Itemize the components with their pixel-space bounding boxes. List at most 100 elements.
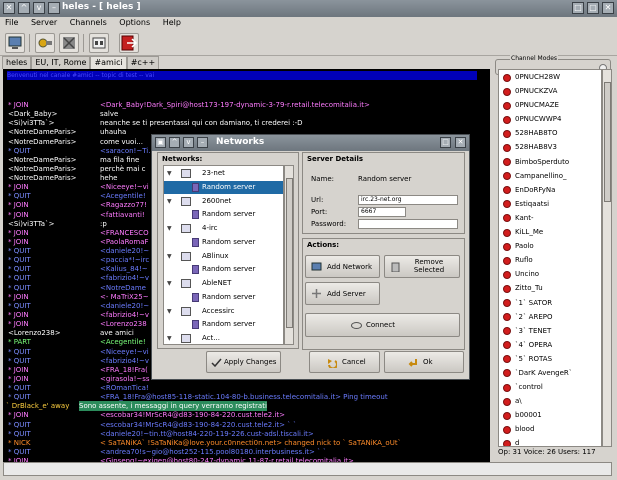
user-list-item[interactable]: KiLL_Me	[499, 225, 601, 239]
connect-button[interactable]	[35, 33, 55, 53]
actions-header: Actions:	[307, 241, 340, 249]
user-list-item[interactable]: 0PNUCH28W	[499, 70, 601, 84]
server-item[interactable]: Random server	[164, 263, 283, 277]
expand-arrow-icon[interactable]: ▼	[167, 332, 172, 344]
menu-file[interactable]: File	[0, 17, 23, 27]
tab-eu-it-rome[interactable]: EU, IT, Rome	[31, 56, 91, 69]
dialog-close-icon[interactable]: ✕	[455, 137, 466, 148]
dialog-menu-icon[interactable]: ▣	[155, 137, 166, 148]
tab-heles[interactable]: heles	[2, 56, 32, 69]
user-list-item[interactable]: Paolo	[499, 239, 601, 253]
network-item[interactable]: ▼ 23-net	[164, 167, 283, 181]
server-item[interactable]: Random server	[164, 236, 283, 250]
user-list-item[interactable]: 0PNUCMAZE	[499, 98, 601, 112]
user-list-item[interactable]: Campanellino_	[499, 169, 601, 183]
menu-options[interactable]: Options	[114, 17, 155, 27]
networks-scrollbar[interactable]	[284, 165, 294, 345]
message-input[interactable]	[3, 462, 612, 476]
user-list[interactable]: 0PNUCH28W 0PNUCKZVA 0PNUCMAZE 0PNUCWWP4 528H…	[498, 69, 602, 447]
user-list-item[interactable]: d	[499, 436, 601, 446]
scrollbar-thumb[interactable]	[604, 82, 611, 202]
dialog-shade-up-icon[interactable]: ^	[169, 137, 180, 148]
user-list-scrollbar[interactable]	[602, 69, 612, 447]
restore-icon[interactable]: □	[572, 2, 584, 14]
user-list-item[interactable]: EnDoRFyNa	[499, 183, 601, 197]
user-list-item[interactable]: `DarK AvengeR`	[499, 366, 601, 380]
port-field[interactable]: 6667	[358, 207, 406, 217]
network-item[interactable]: ▼ 2600net	[164, 195, 283, 209]
user-list-item[interactable]: `1` SATOR	[499, 296, 601, 310]
user-list-item[interactable]: Uncino	[499, 267, 601, 281]
user-list-panel: Channel Modes 0PNUCH28W 0PNUCKZVA 0PNUCMAZ…	[493, 55, 614, 462]
user-list-item[interactable]: Ruflo	[499, 253, 601, 267]
minimize-icon[interactable]: –	[48, 2, 60, 14]
ok-button[interactable]: Ok	[384, 351, 464, 373]
menu-help[interactable]: Help	[158, 17, 186, 27]
user-list-item[interactable]: Kant-	[499, 211, 601, 225]
network-item[interactable]: ▼ Accessirc	[164, 305, 283, 319]
dialog-maximize-icon[interactable]: □	[440, 137, 451, 148]
close-icon[interactable]: ✕	[602, 2, 614, 14]
shade-down-icon[interactable]: v	[33, 2, 45, 14]
cancel-button[interactable]: Cancel	[309, 351, 380, 373]
networks-panel: Networks: ▼ 23-net Random server ▼ 2600net Ra…	[157, 152, 299, 349]
preferences-button[interactable]	[89, 33, 109, 53]
window-menu-icon[interactable]: ✕	[3, 2, 15, 14]
user-list-item[interactable]: `2` AREPO	[499, 310, 601, 324]
network-list-button[interactable]	[5, 33, 25, 53]
server-item[interactable]: Random server	[164, 208, 283, 222]
user-list-item[interactable]: `3` TENET	[499, 324, 601, 338]
user-list-item[interactable]: `5` ROTAS	[499, 352, 601, 366]
disconnect-button[interactable]	[59, 33, 79, 53]
maximize-icon[interactable]: ▢	[587, 2, 599, 14]
user-list-item[interactable]: Zitto_Tu	[499, 281, 601, 295]
op-status-icon	[503, 284, 511, 293]
dialog-shade-down-icon[interactable]: v	[183, 137, 194, 148]
url-field[interactable]: irc.23-net.org	[358, 195, 458, 205]
user-list-item[interactable]: 0PNUCKZVA	[499, 84, 601, 98]
user-list-item[interactable]: b00001	[499, 408, 601, 422]
user-list-item[interactable]: 528HAB8TO	[499, 126, 601, 140]
user-list-item[interactable]: `4` OPERA	[499, 338, 601, 352]
tab-amici[interactable]: #amici	[90, 56, 127, 69]
expand-arrow-icon[interactable]: ▼	[167, 305, 172, 318]
user-list-item[interactable]: Estiqaatsi	[499, 197, 601, 211]
expand-arrow-icon[interactable]: ▼	[167, 167, 172, 180]
server-item[interactable]: Random server	[164, 318, 283, 332]
networks-tree[interactable]: ▼ 23-net Random server ▼ 2600net Random serve…	[163, 165, 284, 345]
network-item[interactable]: ▼ AbleNET	[164, 277, 283, 291]
user-nick: b00001	[515, 411, 542, 420]
user-list-item[interactable]: BimboSperduto	[499, 155, 601, 169]
menu-channels[interactable]: Channels	[65, 17, 112, 27]
expand-arrow-icon[interactable]: ▼	[167, 195, 172, 208]
user-list-item[interactable]: a\	[499, 394, 601, 408]
menu-server[interactable]: Server	[26, 17, 62, 27]
dialog-minimize-icon[interactable]: –	[197, 137, 208, 148]
connect-button[interactable]: Connect	[305, 313, 460, 337]
network-item[interactable]: ▼ Act...	[164, 332, 283, 344]
expand-arrow-icon[interactable]: ▼	[167, 222, 172, 235]
user-list-item[interactable]: 0PNUCWWP4	[499, 112, 601, 126]
remove-selected-button[interactable]: Remove Selected	[384, 255, 460, 278]
apply-changes-button[interactable]: Apply Changes	[206, 351, 281, 373]
channel-tabs: heles EU, IT, Rome #amici #c++	[2, 56, 160, 69]
server-item[interactable]: Random server	[164, 180, 283, 195]
expand-arrow-icon[interactable]: ▼	[167, 277, 172, 290]
shade-up-icon[interactable]: ^	[18, 2, 30, 14]
network-label: AbleNET	[202, 279, 232, 287]
network-item[interactable]: ▼ ABlinux	[164, 250, 283, 264]
server-item[interactable]: Random server	[164, 291, 283, 305]
expand-arrow-icon[interactable]: ▼	[167, 250, 172, 263]
preferences-icon	[92, 37, 106, 49]
tab-cpp[interactable]: #c++	[126, 56, 160, 69]
password-field[interactable]	[358, 219, 458, 229]
user-list-item[interactable]: `control	[499, 380, 601, 394]
add-network-button[interactable]: Add Network	[305, 255, 380, 278]
network-item[interactable]: ▼ 4-irc	[164, 222, 283, 236]
user-list-item[interactable]: blood	[499, 422, 601, 436]
op-status-icon	[503, 186, 511, 195]
scrollbar-thumb[interactable]	[286, 178, 293, 328]
quit-button[interactable]	[119, 33, 139, 53]
user-list-item[interactable]: 528HAB8V3	[499, 140, 601, 154]
add-server-button[interactable]: Add Server	[305, 282, 380, 305]
